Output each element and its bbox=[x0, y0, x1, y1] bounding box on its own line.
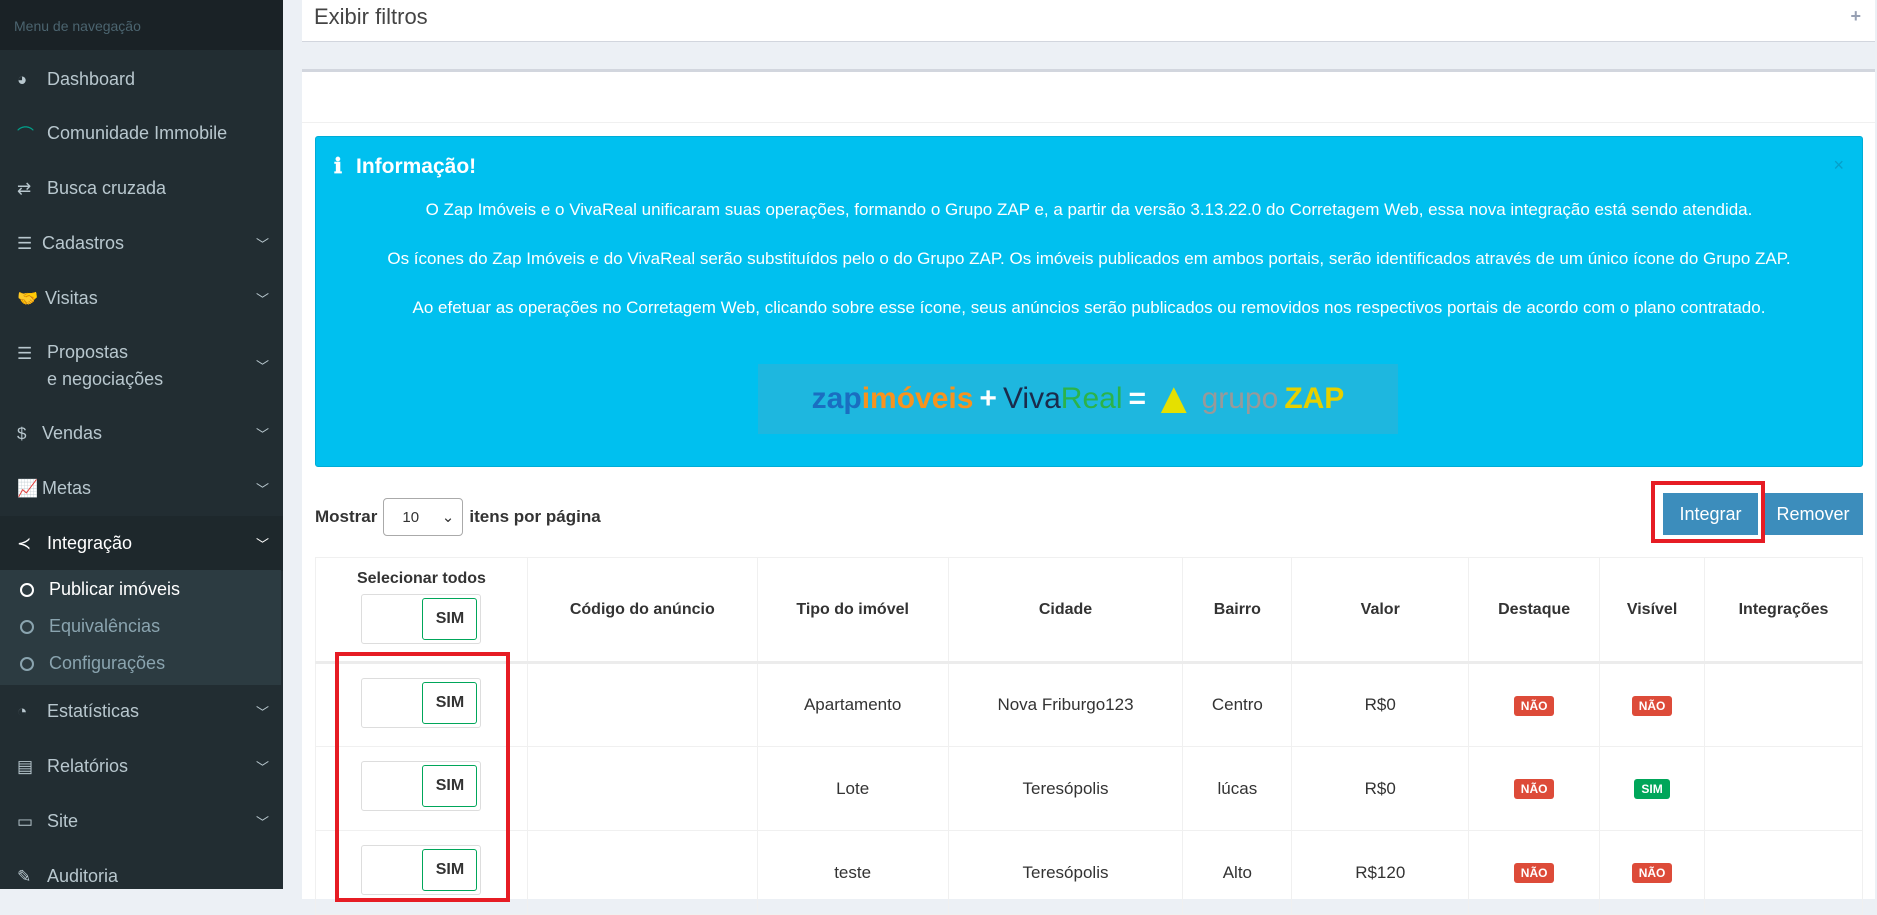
alert-paragraph-2: Os ícones do Zap Imóveis e do VivaReal s… bbox=[387, 249, 1791, 268]
chevron-down-icon: ﹀ bbox=[255, 537, 269, 552]
col-valor[interactable]: Valor bbox=[1291, 557, 1470, 664]
select-all-toggle[interactable]: SIM bbox=[361, 594, 482, 644]
grupo-zap-logo: zap imóveis + Viva Real = ▲ grupo ZAP bbox=[758, 364, 1398, 434]
highlight-box bbox=[1651, 481, 1765, 543]
pie-chart-icon: ◔ bbox=[17, 701, 28, 721]
sidebar-item-relatorios[interactable]: ▤ Relatórios ﹀ bbox=[0, 739, 283, 794]
sidebar-item-site[interactable]: ▭ Site ﹀ bbox=[0, 794, 283, 849]
sidebar-subitem-publicar[interactable]: Publicar imóveis bbox=[20, 579, 180, 600]
sidebar-item-vendas[interactable]: $ Vendas ﹀ bbox=[0, 406, 283, 461]
line-chart-icon: 📈 bbox=[17, 478, 39, 498]
sidebar-item-metas[interactable]: 📈 Metas ﹀ bbox=[0, 461, 283, 516]
chevron-down-icon: ﹀ bbox=[255, 427, 269, 442]
alert-title: ℹ Informação! bbox=[334, 155, 477, 178]
sidebar-item-comunidade[interactable]: ⌒ Comunidade Immobile bbox=[0, 106, 283, 161]
properties-table: Selecionar todos SIM Código do anúncio Ti… bbox=[315, 557, 1863, 915]
info-icon: ℹ bbox=[334, 155, 342, 178]
col-destaque[interactable]: Destaque bbox=[1468, 557, 1601, 664]
chevron-down-icon: ﹀ bbox=[255, 359, 269, 374]
sidebar-item-integracao[interactable]: ≺ Integração ﹀ bbox=[0, 516, 283, 571]
col-codigo[interactable]: Código do anúncio bbox=[526, 557, 758, 664]
alert-paragraph-3: Ao efetuar as operações no Corretagem We… bbox=[412, 298, 1766, 317]
alert-paragraph-1: O Zap Imóveis e o VivaReal unificaram su… bbox=[425, 200, 1753, 219]
circle-icon bbox=[20, 656, 34, 671]
integracoes-cell bbox=[1704, 662, 1863, 747]
close-icon[interactable]: × bbox=[1833, 155, 1844, 176]
chevron-down-icon: ﹀ bbox=[255, 705, 269, 720]
col-integracoes[interactable]: Integrações bbox=[1704, 557, 1863, 664]
chevron-down-icon: ﹀ bbox=[255, 292, 269, 307]
visivel-badge: NÃO bbox=[1631, 695, 1673, 716]
expand-icon[interactable]: + bbox=[1850, 6, 1861, 27]
chevron-down-icon: ﹀ bbox=[255, 815, 269, 830]
page-size-control: Mostrar 10 ⌄ itens por página bbox=[315, 498, 601, 536]
sidebar-item-cadastros[interactable]: ☰ Cadastros ﹀ bbox=[0, 216, 283, 271]
visivel-badge: NÃO bbox=[1631, 863, 1673, 883]
highlight-box bbox=[335, 652, 510, 902]
col-cidade[interactable]: Cidade bbox=[947, 557, 1184, 664]
col-visivel[interactable]: Visível bbox=[1599, 557, 1706, 664]
dashboard-icon: ◕ bbox=[17, 69, 28, 89]
handshake-icon: 🤝 bbox=[17, 288, 39, 308]
list-icon: ☰ bbox=[17, 233, 33, 253]
col-tipo[interactable]: Tipo do imóvel bbox=[756, 557, 949, 664]
sidebar-item-auditoria[interactable]: ✎ Auditoria bbox=[0, 849, 283, 904]
table-header: Selecionar todos SIM Código do anúncio Ti… bbox=[315, 557, 1863, 664]
info-alert: ℹ Informação! × O Zap Imóveis e o VivaRea… bbox=[315, 136, 1863, 467]
nav-header: Menu de navegação bbox=[0, 0, 283, 50]
sidebar-item-estatisticas[interactable]: ◔ Estatísticas ﹀ bbox=[0, 684, 283, 739]
remover-button[interactable]: Remover bbox=[1763, 493, 1863, 535]
share-icon: ≺ bbox=[17, 533, 32, 553]
sidebar-item-visitas[interactable]: 🤝 Visitas ﹀ bbox=[0, 271, 283, 326]
chevron-down-icon: ﹀ bbox=[255, 482, 269, 497]
chevron-down-icon: ﹀ bbox=[255, 760, 269, 775]
table-row: SIM Apartamento Nova Friburgo123 Centro … bbox=[315, 662, 1863, 747]
laptop-icon: ▭ bbox=[17, 811, 34, 831]
sidebar: Menu de navegação ◕ Dashboard ⌒ Comunidade… bbox=[0, 0, 283, 889]
house-icon: ⌒ bbox=[17, 126, 34, 145]
destaque-badge: NÃO bbox=[1513, 695, 1555, 716]
list-icon: ☰ bbox=[17, 344, 33, 363]
table-row: SIM Lote Teresópolis lúcas R$0 NÃO SIM bbox=[315, 746, 1863, 831]
integracoes-cell bbox=[1704, 830, 1863, 915]
chevron-down-icon: ⌄ bbox=[441, 509, 455, 526]
circle-icon bbox=[20, 619, 34, 634]
integracoes-cell bbox=[1704, 746, 1863, 831]
destaque-badge: NÃO bbox=[1513, 863, 1555, 883]
select-all-header: Selecionar todos SIM bbox=[315, 557, 528, 664]
sidebar-subitem-equivalencias[interactable]: Equivalências bbox=[20, 616, 160, 637]
dollar-icon: $ bbox=[17, 423, 27, 443]
sidebar-item-busca[interactable]: ⇄ Busca cruzada bbox=[0, 161, 283, 216]
exchange-icon: ⇄ bbox=[17, 178, 32, 198]
col-bairro[interactable]: Bairro bbox=[1182, 557, 1293, 664]
divider bbox=[302, 122, 1875, 123]
table-row: SIM teste Teresópolis Alto R$120 NÃO NÃO bbox=[315, 830, 1863, 915]
edit-icon: ✎ bbox=[17, 866, 32, 886]
sidebar-subitem-configuracoes[interactable]: Configurações bbox=[20, 653, 165, 674]
chevron-down-icon: ﹀ bbox=[255, 237, 269, 252]
sidebar-item-dashboard[interactable]: ◕ Dashboard bbox=[0, 52, 283, 107]
page-size-select[interactable]: 10 ⌄ bbox=[383, 498, 464, 536]
filters-box[interactable]: Exibir filtros + bbox=[302, 0, 1875, 42]
destaque-badge: NÃO bbox=[1513, 779, 1555, 799]
sidebar-item-propostas[interactable]: ☰ Propostas e negociações ﹀ bbox=[0, 338, 283, 393]
file-icon: ▤ bbox=[17, 756, 34, 776]
filters-title: Exibir filtros bbox=[314, 4, 428, 29]
visivel-badge: SIM bbox=[1634, 779, 1670, 799]
circle-icon bbox=[20, 582, 34, 597]
